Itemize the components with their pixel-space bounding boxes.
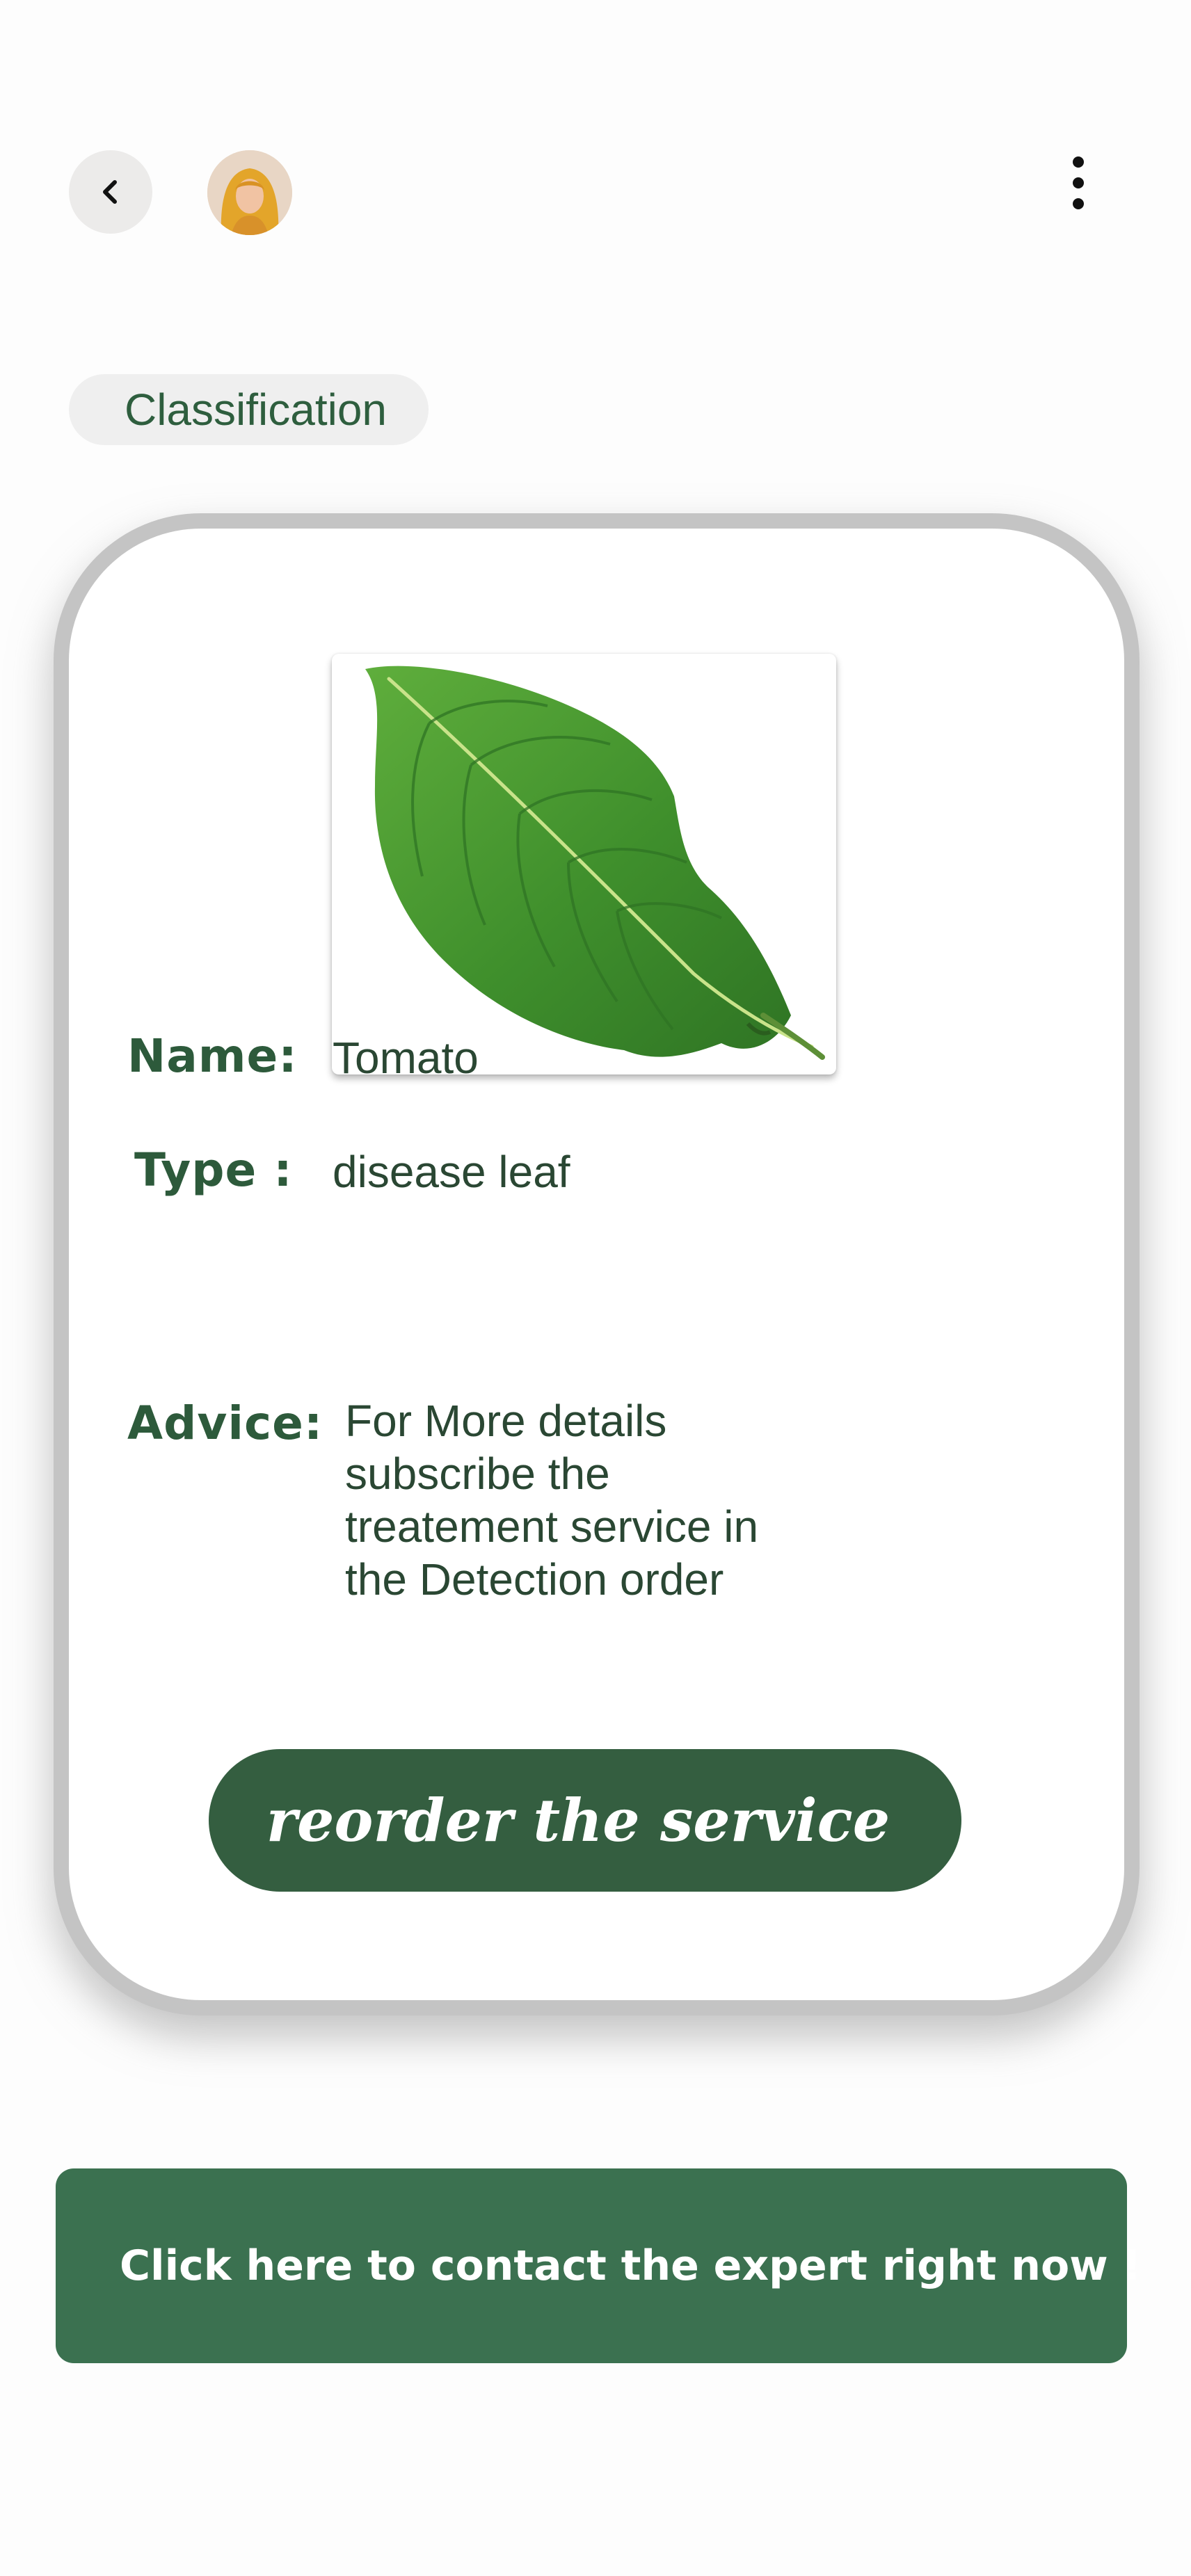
classification-result-card: Name: Tomato Type : disease leaf Advice:… [69,529,1124,2000]
chevron-left-icon [103,180,117,204]
advice-value: For More details subscribe the treatemen… [345,1396,759,1604]
reorder-service-label: reorder the service [266,1786,890,1855]
more-vertical-icon [1073,156,1084,209]
name-value: Tomato [333,1033,479,1083]
leaf-image [332,654,836,1074]
back-button[interactable] [69,150,152,234]
avatar[interactable] [207,150,292,235]
more-options-button[interactable] [1050,152,1106,214]
contact-expert-label: Click here to contact the expert right n… [120,2241,1142,2290]
reorder-service-button[interactable]: reorder the service [209,1749,961,1892]
advice-label: Advice: [127,1396,323,1450]
leaf-photo [365,666,825,1060]
contact-expert-button[interactable]: Click here to contact the expert right n… [56,2168,1142,2363]
type-label: Type : [134,1143,293,1197]
type-value: disease leaf [333,1147,570,1197]
name-label: Name: [127,1029,298,1083]
classification-chip: Classification [69,374,429,445]
classification-label: Classification [124,385,387,435]
user-avatar-image [207,150,292,235]
